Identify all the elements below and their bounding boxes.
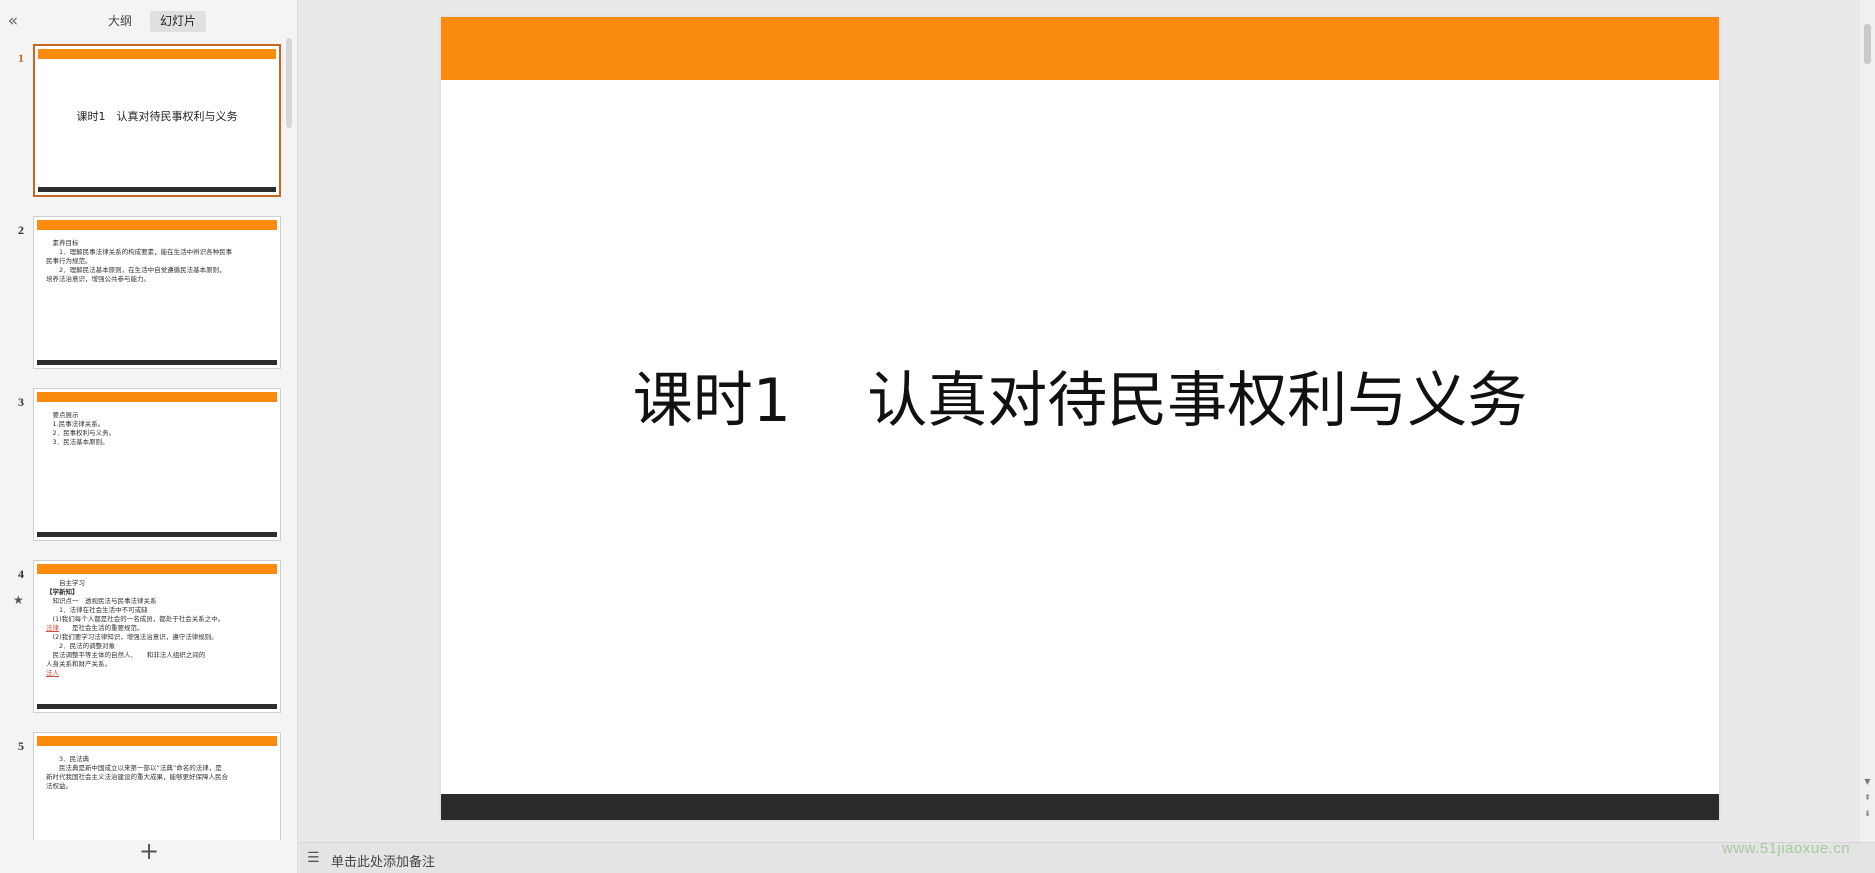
slide-number: 2 bbox=[18, 223, 24, 237]
thumb-text: 要点展示 1.民事法律关系。 2．民事权利与义务。 3．民法基本原则。 bbox=[46, 411, 270, 447]
thumb-line: (2)我们要学习法律知识，增强法治意识，遵守法律规则。 bbox=[46, 633, 218, 641]
presentation-editor: « 大纲 幻灯片 1 课时1 认真对待民事权利与义务 2 素养目标 1．理解民事… bbox=[0, 0, 1875, 873]
prev-slide-icon[interactable]: ⇞ bbox=[1862, 794, 1873, 802]
thumb-line: (1)我们每个人都是社会的一名成员，都处于社会关系之中。 bbox=[46, 615, 225, 623]
thumb-line: 民法调整平等主体的自然人、 和非法人组织之间的 bbox=[46, 651, 206, 659]
scroll-down-icon[interactable]: ▼ bbox=[1862, 778, 1873, 786]
next-slide-icon[interactable]: ⇟ bbox=[1862, 810, 1873, 818]
collapse-panel-icon[interactable]: « bbox=[4, 10, 22, 32]
slide-thumbnail-row: 4 ★ 自主学习 【学新知】 知识点一 透视民法与民事法律关系 1．法律在社会生… bbox=[0, 560, 288, 720]
slide-thumbnail-3[interactable]: 要点展示 1.民事法律关系。 2．民事权利与义务。 3．民法基本原则。 bbox=[33, 388, 281, 541]
thumb-line: 2．理解民法基本原则，在生活中自觉遵循民法基本原则， bbox=[46, 266, 226, 274]
thumb-line: 【学新知】 bbox=[46, 588, 79, 596]
thumb-header-bar bbox=[38, 49, 276, 59]
thumb-line-with-blank: 法人 bbox=[46, 669, 270, 678]
star-icon: ★ bbox=[13, 593, 24, 607]
thumb-line: 知识点一 透视民法与民事法律关系 bbox=[46, 597, 157, 605]
thumb-line: 自主学习 bbox=[46, 579, 85, 587]
slide-number: 5 bbox=[18, 739, 24, 753]
slide-thumbnail-row: 2 素养目标 1．理解民事法律关系的构成要素，能在生活中辨识各种民事 民事行为规… bbox=[0, 216, 288, 376]
answer-blank: 法律 bbox=[46, 624, 59, 632]
slide-thumbnail-row: 3 要点展示 1.民事法律关系。 2．民事权利与义务。 3．民法基本原则。 bbox=[0, 388, 288, 548]
answer-blank: 法人 bbox=[46, 669, 59, 677]
slide-canvas: 课时1 认真对待民事权利与义务 bbox=[299, 0, 1859, 842]
thumb-line: 要点展示 bbox=[46, 411, 79, 419]
notes-bar[interactable]: ☰ 单击此处添加备注 bbox=[299, 842, 1875, 873]
thumb-header-bar bbox=[37, 564, 277, 574]
slide-thumbnail-row: 5 3．民法典 民法典是新中国成立以来第一部以“法典”命名的法律，是 新时代我国… bbox=[0, 732, 288, 840]
thumb-line: 人身关系和财产关系。 bbox=[46, 660, 111, 668]
watermark-text: www.51jiaoxue.cn bbox=[1722, 840, 1851, 857]
thumb-text: 3．民法典 民法典是新中国成立以来第一部以“法典”命名的法律，是 新时代我国社会… bbox=[46, 755, 270, 791]
slide-thumbnail-list: 1 课时1 认真对待民事权利与义务 2 素养目标 1．理解民事法律关系的构成要素… bbox=[0, 38, 288, 840]
current-slide[interactable]: 课时1 认真对待民事权利与义务 bbox=[441, 17, 1719, 820]
thumb-line: 培养法治意识，增强公共参与能力。 bbox=[46, 275, 150, 283]
thumb-line: 新时代我国社会主义法治建设的重大成果，能够更好保障人民合 bbox=[46, 773, 228, 781]
tab-slides[interactable]: 幻灯片 bbox=[150, 11, 207, 32]
thumb-text: 自主学习 【学新知】 知识点一 透视民法与民事法律关系 1．法律在社会生活中不可… bbox=[46, 579, 270, 678]
thumb-line: 2．民法的调整对象 bbox=[46, 642, 116, 650]
slide-thumbnail-4[interactable]: 自主学习 【学新知】 知识点一 透视民法与民事法律关系 1．法律在社会生活中不可… bbox=[33, 560, 281, 713]
thumb-header-bar bbox=[37, 736, 277, 746]
notes-icon: ☰ bbox=[307, 850, 320, 866]
thumb-line: 1．法律在社会生活中不可或缺 bbox=[46, 606, 148, 614]
slides-panel: « 大纲 幻灯片 1 课时1 认真对待民事权利与义务 2 素养目标 1．理解民事… bbox=[0, 0, 298, 873]
thumb-line: 素养目标 bbox=[46, 239, 79, 247]
slide-thumbnail-2[interactable]: 素养目标 1．理解民事法律关系的构成要素，能在生活中辨识各种民事 民事行为规范。… bbox=[33, 216, 281, 369]
thumb-line: 法权益。 bbox=[46, 782, 72, 790]
slide-thumbnail-row: 1 课时1 认真对待民事权利与义务 bbox=[0, 44, 288, 204]
thumb-line: 1．理解民事法律关系的构成要素，能在生活中辨识各种民事 bbox=[46, 248, 233, 256]
thumb-footer-bar bbox=[37, 360, 277, 365]
thumb-header-bar bbox=[37, 392, 277, 402]
thumb-line: 2．民事权利与义务。 bbox=[46, 429, 116, 437]
thumb-line-with-blank: 法律 是社会生活的重要规范。 bbox=[46, 624, 270, 633]
view-tabs: 大纲 幻灯片 bbox=[98, 11, 207, 33]
thumb-line: 民法典是新中国成立以来第一部以“法典”命名的法律，是 bbox=[46, 764, 222, 772]
thumb-text: 素养目标 1．理解民事法律关系的构成要素，能在生活中辨识各种民事 民事行为规范。… bbox=[46, 239, 270, 284]
thumb-line: 3．民法典 bbox=[46, 755, 90, 763]
thumb-footer-bar bbox=[37, 532, 277, 537]
thumb-line: 1.民事法律关系。 bbox=[46, 420, 105, 428]
thumb-footer-bar bbox=[37, 704, 277, 709]
slide-header-bar bbox=[441, 17, 1719, 80]
thumb-line: 3．民法基本原则。 bbox=[46, 438, 109, 446]
slide-number: 1 bbox=[18, 51, 24, 65]
slide-thumbnail-1[interactable]: 课时1 认真对待民事权利与义务 bbox=[33, 44, 281, 197]
thumb-line: 是社会生活的重要规范。 bbox=[59, 624, 144, 632]
thumb-title: 课时1 认真对待民事权利与义务 bbox=[76, 110, 238, 123]
thumbnail-scrollbar[interactable] bbox=[286, 38, 292, 128]
slide-footer-bar bbox=[441, 794, 1719, 820]
thumb-line: 民事行为规范。 bbox=[46, 257, 92, 265]
tab-outline[interactable]: 大纲 bbox=[98, 11, 142, 32]
thumb-header-bar bbox=[37, 220, 277, 230]
slide-title[interactable]: 课时1 认真对待民事权利与义务 bbox=[441, 352, 1719, 439]
slide-number: 3 bbox=[18, 395, 24, 409]
slide-number: 4 bbox=[18, 567, 24, 581]
scrollbar-thumb[interactable] bbox=[1864, 24, 1871, 64]
vertical-scrollbar[interactable]: ▼ ⇞ ⇟ bbox=[1860, 0, 1875, 842]
add-slide-button[interactable]: + bbox=[138, 839, 160, 863]
notes-placeholder[interactable]: 单击此处添加备注 bbox=[331, 851, 435, 870]
slide-thumbnail-5[interactable]: 3．民法典 民法典是新中国成立以来第一部以“法典”命名的法律，是 新时代我国社会… bbox=[33, 732, 281, 840]
thumb-footer-bar bbox=[38, 187, 276, 192]
